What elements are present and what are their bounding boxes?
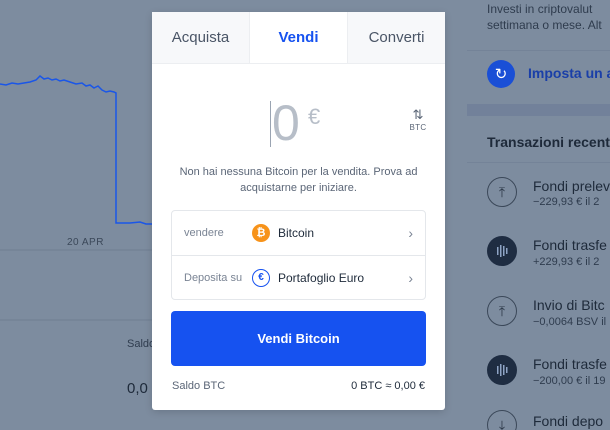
deposit-to-row[interactable]: Deposita su € Portafoglio Euro ›	[172, 255, 425, 299]
amount-value[interactable]: 0	[272, 94, 300, 152]
tx-title[interactable]: Fondi depo	[533, 413, 603, 429]
balance-label: Saldo BTC	[172, 380, 226, 392]
deposit-to-label: Deposita su	[184, 271, 243, 284]
tx-title[interactable]: Fondi trasfe	[533, 237, 607, 253]
balance-footer: Saldo BTC 0 BTC ≈ 0,00 €	[172, 380, 425, 392]
chevron-right-icon: ›	[408, 225, 413, 241]
tab-sell[interactable]: Vendi	[249, 12, 348, 63]
sell-asset-label: vendere	[184, 227, 224, 239]
trade-selector: vendere ₿ Bitcoin › Deposita su € Portaf…	[171, 210, 426, 300]
bitcoin-icon: ₿	[252, 224, 270, 242]
chevron-right-icon: ›	[408, 269, 413, 286]
trade-modal: Acquista Vendi Converti 0 € ⇅ BTC Non ha…	[152, 12, 445, 410]
tx-sub: −200,00 € il 19	[533, 375, 606, 387]
tab-convert[interactable]: Converti	[348, 12, 445, 63]
upload-icon: ⤒	[487, 296, 517, 326]
sell-asset-value: Bitcoin	[278, 226, 315, 240]
upload-icon: ⤒	[487, 177, 517, 207]
currency-swap-button[interactable]: ⇅ BTC	[406, 108, 430, 132]
tx-title[interactable]: Fondi prelev	[533, 178, 610, 194]
balance-value: 0 BTC ≈ 0,00 €	[351, 380, 425, 392]
tx-sub: −229,93 € il 2	[533, 196, 600, 208]
sell-asset-row[interactable]: vendere ₿ Bitcoin ›	[172, 211, 425, 255]
currency-symbol: €	[308, 104, 321, 129]
recurring-intro-line2: settimana o mese. Alt	[487, 18, 602, 32]
swap-currency-code: BTC	[409, 123, 427, 132]
euro-wallet-icon: €	[252, 268, 270, 287]
saldo-value: 0,0	[127, 380, 148, 397]
chart-date-label: 20 APR	[67, 237, 104, 248]
price-chart-panel: 20 APR Saldo 0,0	[0, 0, 156, 430]
bars-icon	[487, 355, 517, 385]
recurring-buy-link[interactable]: Imposta un a	[528, 65, 610, 81]
tx-sub: −0,0064 BSV il	[533, 316, 607, 328]
bars-icon	[487, 236, 517, 266]
swap-vertical-icon: ⇅	[412, 107, 424, 122]
amount-input-area[interactable]: 0 € ⇅ BTC	[152, 64, 445, 164]
price-chart	[0, 75, 152, 321]
text-caret	[270, 101, 271, 147]
refresh-icon[interactable]: ↻	[487, 60, 515, 88]
deposit-to-value: Portafoglio Euro	[278, 270, 365, 285]
tx-title[interactable]: Invio di Bitc	[533, 297, 605, 313]
transactions-title: Transazioni recent	[487, 134, 610, 150]
tab-buy[interactable]: Acquista	[152, 12, 249, 63]
no-funds-notice: Non hai nessuna Bitcoin per la vendita. …	[179, 166, 418, 194]
tx-sub: +229,93 € il 2	[533, 256, 600, 268]
saldo-label: Saldo	[127, 338, 156, 350]
tx-title[interactable]: Fondi trasfe	[533, 356, 607, 372]
sell-bitcoin-button[interactable]: Vendi Bitcoin	[171, 311, 426, 366]
price-line	[0, 75, 152, 225]
recurring-intro-line1: Investi in criptovalut	[487, 2, 593, 16]
trade-tabs: Acquista Vendi Converti	[152, 12, 445, 64]
